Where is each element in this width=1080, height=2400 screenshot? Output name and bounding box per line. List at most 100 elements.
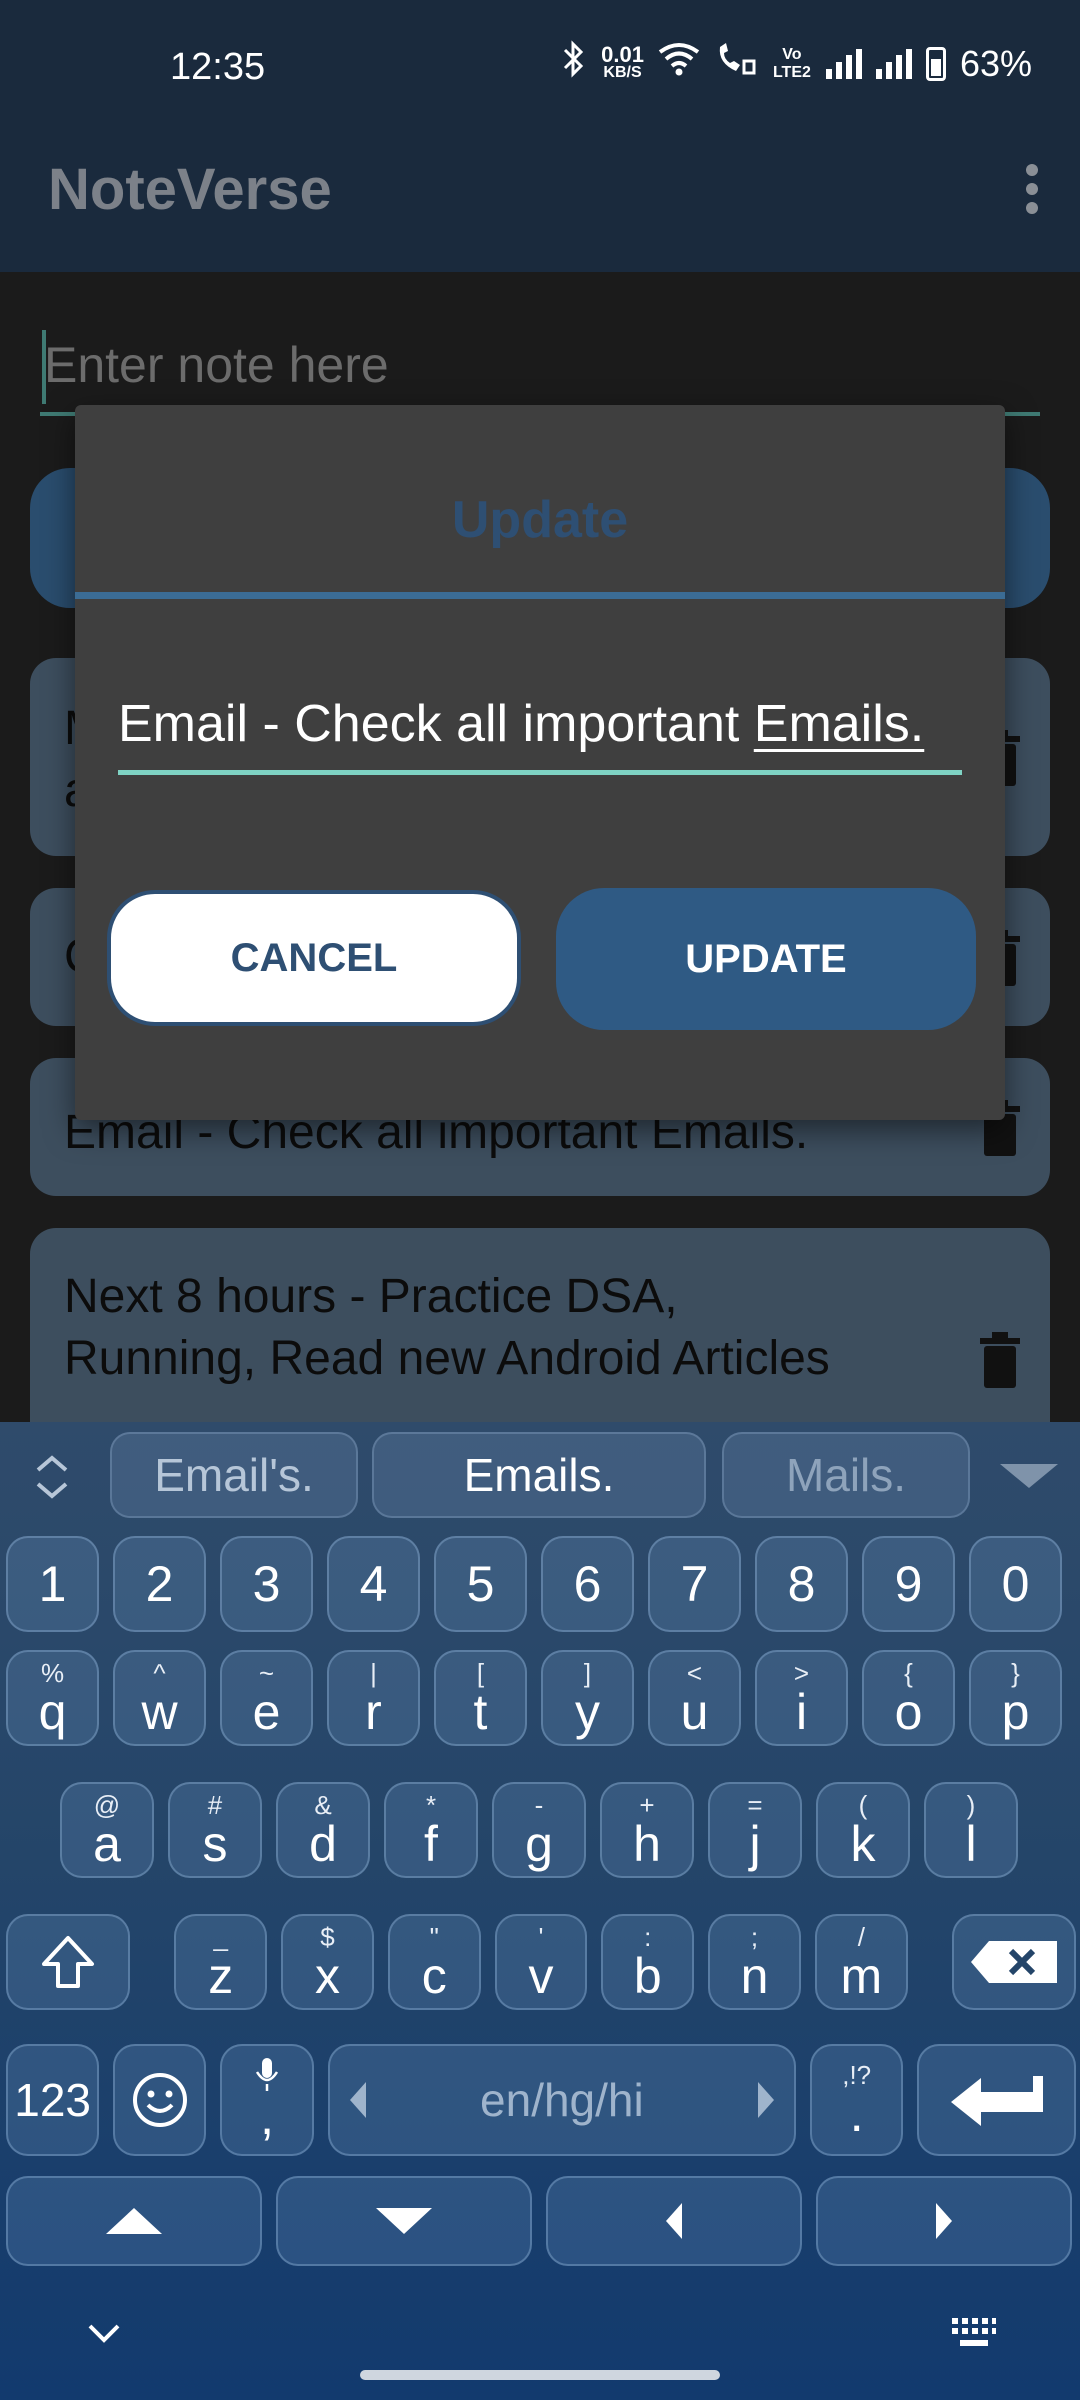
key-n[interactable]: ; n (708, 1914, 801, 2010)
arrow-right-key[interactable] (816, 2176, 1072, 2266)
signal-2-icon (875, 48, 912, 79)
key-z[interactable]: _ z (174, 1914, 268, 2010)
bluetooth-icon (561, 40, 587, 87)
shift-icon (42, 1936, 95, 1988)
key-a[interactable]: @ a (60, 1782, 154, 1878)
key[interactable]: 2 (113, 1536, 206, 1632)
key-k[interactable]: (k (816, 1782, 910, 1878)
key-row-1: % q ^ w ~ e | r [t ] y < u > i {o } p (6, 1650, 1076, 1746)
key-f[interactable]: * f (384, 1782, 478, 1878)
period-key[interactable]: ,!?. (810, 2044, 904, 2156)
key[interactable]: 5 (434, 1536, 527, 1632)
key-row-4: 123 , en/hg/hi ,!?. (6, 2044, 1076, 2156)
key[interactable]: 8 (755, 1536, 848, 1632)
key-t[interactable]: [t (434, 1650, 527, 1746)
battery-icon (925, 46, 946, 81)
key-o[interactable]: {o (862, 1650, 955, 1746)
note-text-line2: Running, Read new Android Articles (64, 1332, 830, 1385)
status-time: 12:35 (170, 46, 266, 88)
keyboard-switch-icon[interactable] (950, 2316, 998, 2350)
arrow-down-icon (376, 2208, 432, 2234)
key-j[interactable]: = j (708, 1782, 802, 1878)
cursor-right-icon (758, 2082, 775, 2118)
wifi-icon (658, 42, 700, 85)
edit-value-word: Emails. (753, 695, 925, 753)
key[interactable]: 3 (220, 1536, 313, 1632)
arrow-row (6, 2176, 1076, 2266)
comma-key[interactable]: , (220, 2044, 314, 2156)
update-input-underline (118, 770, 962, 775)
language-label: en/hg/hi (480, 2074, 644, 2126)
number-row: 1 2 3 4 5 6 7 8 9 0 (6, 1536, 1076, 1632)
suggestion-item[interactable]: Mails. (722, 1432, 970, 1518)
arrow-down-key[interactable] (276, 2176, 532, 2266)
arrow-up-icon (106, 2208, 162, 2234)
arrow-up-key[interactable] (6, 2176, 262, 2266)
status-icons: 0.01 KB/S Vo LTE2 63% (561, 40, 1032, 87)
key-r[interactable]: | r (327, 1650, 420, 1746)
key-v[interactable]: ' v (494, 1914, 588, 2010)
app-title: NoteVerse (48, 157, 332, 222)
backspace-key[interactable] (951, 1914, 1077, 2010)
expand-toolbar-icon[interactable] (30, 1452, 74, 1502)
emoji-key[interactable] (113, 2044, 207, 2156)
key-c[interactable]: " c (387, 1914, 481, 2010)
emoji-icon (132, 2073, 187, 2127)
text-caret (42, 330, 46, 404)
key[interactable]: 0 (969, 1536, 1062, 1632)
battery-percent: 63% (959, 42, 1032, 84)
key-w[interactable]: ^ w (113, 1650, 206, 1746)
volte-indicator: Vo LTE2 (772, 45, 811, 81)
key[interactable]: 4 (327, 1536, 420, 1632)
overflow-menu-icon[interactable] (1024, 164, 1040, 214)
key-b[interactable]: :b (601, 1914, 695, 2010)
key-s[interactable]: # s (168, 1782, 262, 1878)
key-d[interactable]: & d (276, 1782, 370, 1878)
trash-icon[interactable] (978, 1332, 1022, 1388)
gesture-nav-bar[interactable] (360, 2370, 720, 2380)
wifi-call-icon (714, 41, 758, 86)
hide-keyboard-icon[interactable] (86, 2322, 122, 2346)
key-i[interactable]: > i (755, 1650, 848, 1746)
net-speed: 0.01 KB/S (601, 41, 644, 82)
collapse-suggestions-icon[interactable] (998, 1462, 1060, 1492)
key-p[interactable]: } p (969, 1650, 1062, 1746)
note-input-placeholder: Enter note here (44, 337, 389, 393)
dialog-divider (75, 592, 1005, 599)
signal-1-icon (825, 48, 862, 79)
key-m[interactable]: / m (814, 1914, 908, 2010)
backspace-icon (970, 1941, 1057, 1983)
update-button[interactable]: UPDATE (556, 888, 976, 1030)
key-x[interactable]: $ x (281, 1914, 374, 2010)
cancel-button[interactable]: CANCEL (107, 890, 521, 1026)
net-speed-value: 0.01 (601, 41, 644, 67)
key-u[interactable]: < u (648, 1650, 741, 1746)
key[interactable]: 6 (541, 1536, 634, 1632)
key-e[interactable]: ~ e (220, 1650, 313, 1746)
key-h[interactable]: + h (600, 1782, 694, 1878)
key-l[interactable]: ) l (924, 1782, 1018, 1878)
key-g[interactable]: -g (492, 1782, 586, 1878)
edit-value-prefix: Email - Check all important (118, 695, 754, 753)
shift-key[interactable] (6, 1914, 131, 2010)
key[interactable]: 1 (6, 1536, 99, 1632)
suggestion-item[interactable]: Emails. (372, 1432, 706, 1518)
key[interactable]: 9 (862, 1536, 955, 1632)
key-row-3: _ z $ x " c ' v :b ; n / m (6, 1914, 1077, 2010)
arrow-left-key[interactable] (546, 2176, 802, 2266)
net-speed-unit: KB/S (603, 63, 642, 81)
arrow-right-icon (936, 2203, 952, 2239)
key[interactable]: 7 (648, 1536, 741, 1632)
dialog-title: Update (451, 491, 629, 549)
update-note-input[interactable]: Email - Check all important Emails. (118, 694, 924, 754)
enter-key[interactable] (917, 2044, 1076, 2156)
suggestion-item[interactable]: Email's. (110, 1432, 358, 1518)
space-key[interactable]: en/hg/hi (327, 2044, 797, 2156)
mic-icon (256, 2058, 279, 2091)
key-y[interactable]: ] y (541, 1650, 634, 1746)
key-row-2: @ a # s & d * f -g + h = j (k ) l (60, 1782, 1020, 1878)
note-text-line1: Next 8 hours - Practice DSA, (64, 1270, 678, 1323)
key-q[interactable]: % q (6, 1650, 99, 1746)
symbols-key[interactable]: 123 (6, 2044, 100, 2156)
cursor-left-icon (349, 2082, 366, 2118)
